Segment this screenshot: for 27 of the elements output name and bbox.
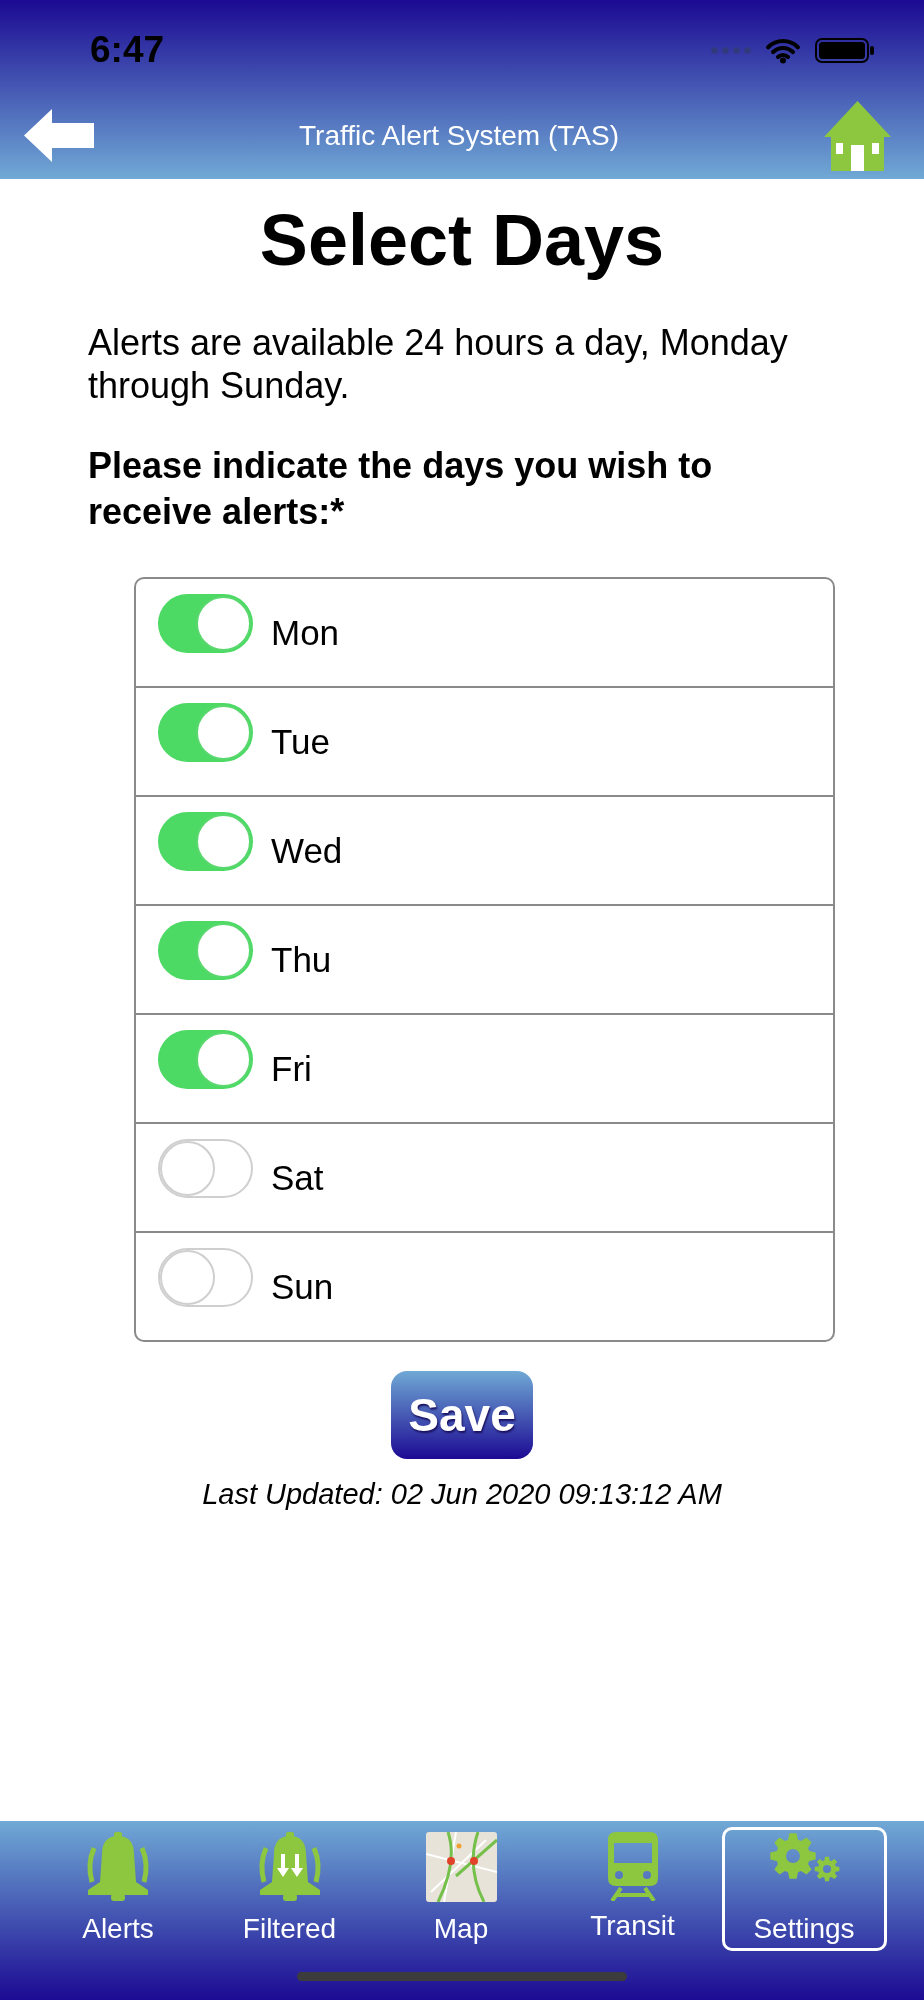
nav-title: Traffic Alert System (TAS): [298, 118, 620, 153]
gear-icon: [768, 1832, 840, 1882]
status-time: 6:47: [90, 28, 165, 72]
battery-icon: [815, 37, 875, 63]
train-icon: [605, 1832, 660, 1901]
day-label: Tue: [271, 720, 330, 763]
intro-text: Alerts are available 24 hours a day, Monday through Sunday.: [88, 321, 789, 407]
back-arrow-icon[interactable]: [24, 109, 94, 162]
last-updated-text: Last Updated: 02 Jun 2020 09:13:12 AM: [201, 1477, 723, 1511]
days-prompt: Please indicate the days you wish to receive alerts:*: [88, 444, 714, 534]
map-icon: [425, 1832, 497, 1902]
page-title: Select Days: [258, 199, 666, 281]
wifi-icon: [765, 36, 801, 64]
day-label: Thu: [271, 938, 332, 981]
tab-button[interactable]: Transit: [550, 1827, 715, 1951]
tab-button[interactable]: Filtered: [207, 1827, 372, 1951]
day-label: Sat: [271, 1156, 324, 1199]
day-label: Wed: [271, 829, 343, 872]
save-button[interactable]: Save: [391, 1371, 533, 1459]
signal-icon: [711, 46, 751, 54]
day-label: Fri: [271, 1047, 312, 1090]
day-label: Sun: [271, 1265, 334, 1308]
tab-button[interactable]: Map: [378, 1827, 544, 1951]
home-icon[interactable]: [824, 100, 891, 171]
tab-button[interactable]: Settings: [721, 1827, 887, 1951]
day-label: Mon: [271, 611, 340, 654]
tab-button[interactable]: Alerts: [35, 1827, 201, 1951]
